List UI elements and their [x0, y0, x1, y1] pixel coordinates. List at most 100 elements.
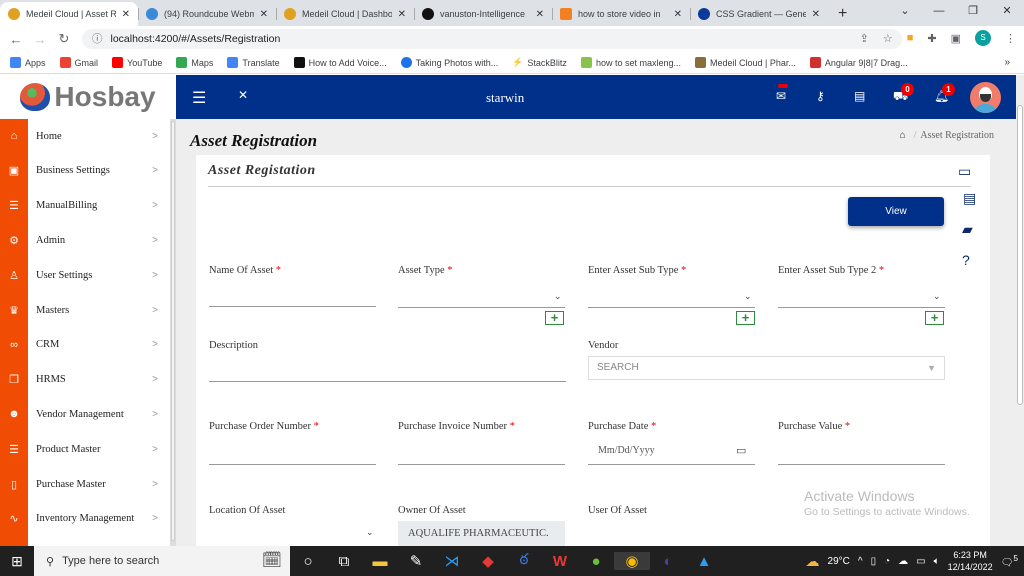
profile-avatar[interactable]: S: [975, 30, 991, 46]
money-icon[interactable]: ▭: [958, 163, 971, 180]
forward-icon[interactable]: →: [28, 32, 52, 47]
file-explorer-icon[interactable]: ▬: [362, 553, 398, 570]
more-bookmarks-button[interactable]: »: [1004, 57, 1010, 68]
tab-search-button[interactable]: ⌄: [888, 0, 922, 24]
close-tab-icon[interactable]: ✕: [398, 9, 406, 20]
battery-icon[interactable]: ▭: [916, 556, 925, 567]
sidebar-item-inventory-management[interactable]: ∿ Inventory Management >: [0, 502, 170, 536]
sidebar-item-purchase-master[interactable]: ▯ Purchase Master >: [0, 467, 170, 501]
chrome-icon[interactable]: ◉: [614, 552, 650, 570]
purchase-invoice-number-input[interactable]: [398, 447, 565, 465]
info-icon[interactable]: ⓘ: [92, 33, 103, 45]
location-chevron-down-icon[interactable]: ⌄: [366, 527, 374, 538]
sidebar-item-home[interactable]: ⌂ Home >: [0, 119, 170, 153]
bookmark-youtube[interactable]: YouTube: [112, 57, 162, 68]
restore-button[interactable]: ❐: [956, 0, 990, 24]
key-icon[interactable]: ⚷: [816, 89, 825, 103]
url-input[interactable]: ⓘ localhost:4200/#/Assets/Registration: [82, 29, 902, 49]
extensions-puzzle-icon[interactable]: ✚: [927, 32, 936, 45]
extension-icon[interactable]: ■: [907, 32, 914, 44]
windows-start-icon[interactable]: ⊞: [0, 553, 34, 570]
add-asset-sub-type-2-button[interactable]: +: [925, 311, 944, 325]
spring-icon[interactable]: ●: [578, 553, 614, 570]
meet-now-icon[interactable]: ▯: [871, 556, 877, 567]
weather-temp[interactable]: 29°C: [828, 556, 850, 567]
minimize-button[interactable]: —: [922, 0, 956, 24]
sidebar-item-hrms[interactable]: ❐ HRMS >: [0, 363, 170, 397]
photos-icon[interactable]: ▲: [686, 553, 722, 570]
close-tab-icon[interactable]: ✕: [674, 9, 682, 20]
sidebar-item-admin[interactable]: ⚙ Admin >: [0, 223, 170, 257]
calendar-icon[interactable]: ▭: [736, 444, 746, 457]
view-button[interactable]: View: [848, 197, 944, 226]
bookmark-stackblitz[interactable]: ⚡ StackBlitz: [512, 57, 567, 68]
close-tab-icon[interactable]: ✕: [536, 9, 544, 20]
notepad-icon[interactable]: ✎: [398, 552, 434, 570]
bookmark-apps[interactable]: Apps: [10, 57, 46, 68]
taskbar-search[interactable]: ⚲ Type here to search 🗓︎: [34, 546, 290, 576]
page-scrollbar[interactable]: [1016, 75, 1024, 546]
hamburger-menu-icon[interactable]: ☰: [192, 88, 206, 108]
bookmark-maps[interactable]: Maps: [176, 57, 213, 68]
sidebar-item-crm[interactable]: ∞ CRM >: [0, 328, 170, 362]
add-asset-type-button[interactable]: +: [545, 311, 564, 325]
asset-sub-type-select[interactable]: [588, 290, 755, 308]
sidebar-item-manualbilling[interactable]: ☰ ManualBilling >: [0, 189, 170, 223]
close-window-button[interactable]: ✕: [990, 0, 1024, 24]
mail-icon[interactable]: ✉: [776, 84, 788, 103]
sidebar-item-masters[interactable]: ♛ Masters >: [0, 293, 170, 327]
share-icon[interactable]: ⇪: [860, 32, 869, 45]
eclipse-icon[interactable]: ◐: [650, 553, 686, 570]
browser-tab[interactable]: CSS Gradient — Gene ✕: [690, 2, 828, 26]
anydesk-icon[interactable]: ◆: [470, 552, 506, 570]
side-panel-icon[interactable]: ▣: [951, 32, 961, 45]
bookmark-gmail[interactable]: Gmail: [59, 57, 98, 68]
show-hidden-icons[interactable]: ^: [858, 556, 863, 567]
book-icon[interactable]: ▰: [962, 221, 973, 238]
asset-sub-type-2-select[interactable]: [778, 290, 945, 308]
bookmark-item[interactable]: how to set maxleng...: [580, 57, 681, 68]
browser-tab[interactable]: (94) Roundcube Webm ✕: [138, 2, 276, 26]
app-logo[interactable]: Hosbay: [0, 75, 176, 119]
bookmark-star-icon[interactable]: ☆: [883, 32, 893, 45]
browser-menu-icon[interactable]: ⋮: [1005, 32, 1016, 45]
browser-tab[interactable]: Medeil Cloud | Asset R ✕: [0, 2, 138, 26]
bookmark-translate[interactable]: Translate: [227, 57, 280, 68]
close-tab-icon[interactable]: ✕: [122, 9, 130, 20]
cart-icon[interactable]: ⛟ 0: [893, 83, 914, 105]
sidebar-item-vendor-management[interactable]: ☻ Vendor Management >: [0, 397, 170, 431]
close-tab-icon[interactable]: ✕: [812, 9, 820, 20]
asset-type-select[interactable]: [398, 290, 565, 308]
network-icon[interactable]: ◔: [884, 556, 890, 567]
volume-icon[interactable]: 🔈︎: [934, 556, 940, 567]
translate-icon[interactable]: ▤: [854, 89, 865, 103]
weather-icon[interactable]: ☁: [806, 553, 820, 570]
vscode-icon[interactable]: ⋊: [434, 552, 470, 570]
cortana-icon[interactable]: ○: [290, 553, 326, 570]
bookmark-item[interactable]: How to Add Voice...: [293, 57, 387, 68]
clock[interactable]: 6:23 PM 12/14/2022: [948, 549, 993, 573]
sidebar-item-user-settings[interactable]: ♙ User Settings >: [0, 258, 170, 292]
help-icon[interactable]: ?: [962, 252, 970, 268]
name-of-asset-input[interactable]: [209, 289, 376, 307]
bookmark-item[interactable]: Angular 9|8|7 Drag...: [809, 57, 908, 68]
new-tab-button[interactable]: +: [828, 2, 857, 26]
notification-center-icon[interactable]: 🗨︎5: [1001, 553, 1018, 568]
browser-tab[interactable]: how to store video in ✕: [552, 2, 690, 26]
purchase-order-number-input[interactable]: [209, 447, 376, 465]
user-avatar[interactable]: [970, 82, 1001, 113]
browser-tab[interactable]: Medeil Cloud | Dashbo ✕: [276, 2, 414, 26]
vendor-search-select[interactable]: SEARCH ▼: [588, 356, 945, 380]
wps-icon[interactable]: W: [542, 553, 578, 570]
purchase-value-input[interactable]: [778, 447, 945, 465]
onedrive-icon[interactable]: ☁: [898, 556, 908, 567]
fullscreen-icon[interactable]: ✕: [238, 88, 248, 102]
sidebar-item-product-master[interactable]: ☰ Product Master >: [0, 432, 170, 466]
app-icon[interactable]: ఠ: [506, 551, 542, 572]
task-view-icon[interactable]: ⧉: [326, 553, 362, 570]
browser-tab[interactable]: vanuston-Intelligence ✕: [414, 2, 552, 26]
bell-icon[interactable]: 🔔︎ 1: [934, 83, 955, 103]
bookmark-item[interactable]: Medeil Cloud | Phar...: [694, 57, 796, 68]
sidebar-item-business-settings[interactable]: ▣ Business Settings >: [0, 154, 170, 188]
description-input[interactable]: [209, 364, 566, 382]
